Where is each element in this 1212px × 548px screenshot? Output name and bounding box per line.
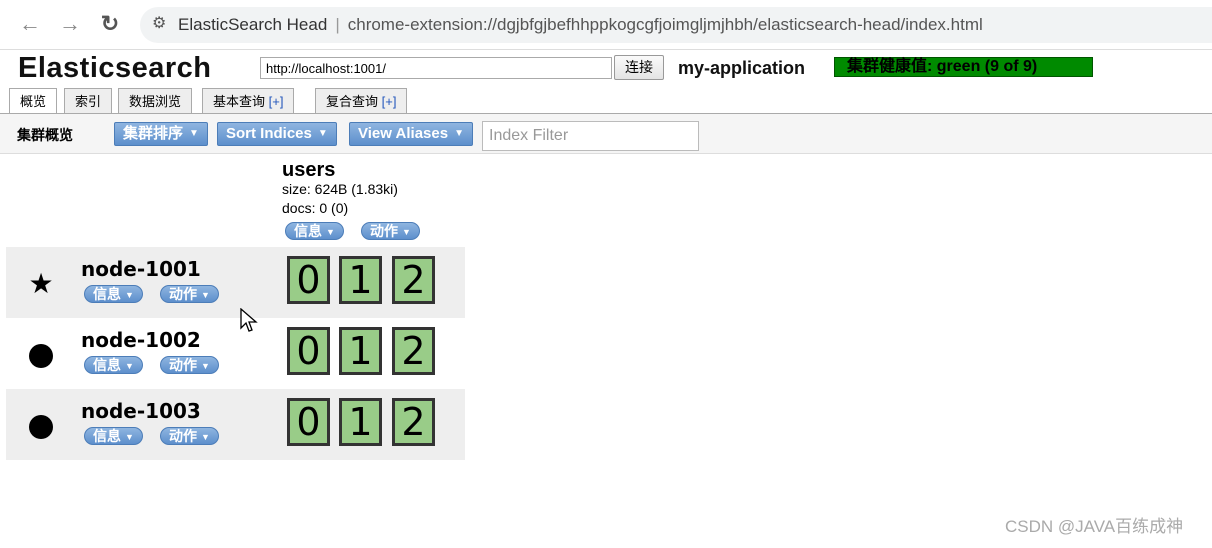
mouse-pointer-icon xyxy=(240,308,258,332)
app-title: Elasticsearch xyxy=(18,52,212,84)
node-row: ★ node-1001 信息 ▼ 动作 ▼ 0 1 2 xyxy=(6,247,465,318)
shard-box[interactable]: 1 xyxy=(339,327,382,375)
page-url: chrome-extension://dgjbfgjbefhhppkogcgfj… xyxy=(347,15,983,34)
tab-expand-marker: [+] xyxy=(381,94,397,109)
address-separator: | xyxy=(335,15,340,34)
puzzle-piece-icon: ⚙ xyxy=(152,15,167,32)
index-action-button[interactable]: 动作 ▼ xyxy=(361,222,420,240)
cluster-health-badge: 集群健康值: green (9 of 9) xyxy=(834,57,1093,77)
tab-label: 数据浏览 xyxy=(129,94,182,109)
sort-indices-button[interactable]: Sort Indices ▼ xyxy=(217,122,337,146)
node-info-button[interactable]: 信息 ▼ xyxy=(84,427,143,445)
cluster-overview-label: 集群概览 xyxy=(17,127,73,143)
index-filter-input[interactable]: Index Filter xyxy=(482,121,699,151)
button-label: 动作 xyxy=(169,428,197,444)
node-info-button[interactable]: 信息 ▼ xyxy=(84,356,143,374)
forward-arrow-icon[interactable]: → xyxy=(56,10,84,38)
button-label: 动作 xyxy=(169,357,197,373)
connect-button[interactable]: 连接 xyxy=(614,55,664,80)
connect-url-input[interactable] xyxy=(260,57,612,79)
node-action-button[interactable]: 动作 ▼ xyxy=(160,427,219,445)
cluster-sort-button[interactable]: 集群排序 ▼ xyxy=(114,122,208,146)
shard-box[interactable]: 2 xyxy=(392,398,435,446)
shard-box[interactable]: 1 xyxy=(339,398,382,446)
button-label: 信息 xyxy=(93,286,121,302)
address-bar[interactable]: ⚙ ElasticSearch Head | chrome-extension://… xyxy=(140,7,1212,43)
caret-down-icon: ▼ xyxy=(189,128,199,140)
shard-box[interactable]: 1 xyxy=(339,256,382,304)
button-label: View Aliases xyxy=(358,125,449,142)
caret-down-icon: ▼ xyxy=(125,432,134,443)
overview-toolbar: 集群概览 集群排序 ▼ Sort Indices ▼ View Aliases ▼ I… xyxy=(0,114,1212,154)
node-name: node-1001 xyxy=(81,257,201,281)
tab-expand-marker: [+] xyxy=(268,94,284,109)
node-info-button[interactable]: 信息 ▼ xyxy=(84,285,143,303)
caret-down-icon: ▼ xyxy=(317,128,328,140)
caret-down-icon: ▼ xyxy=(402,227,411,238)
node-action-button[interactable]: 动作 ▼ xyxy=(160,356,219,374)
tab-label: 复合查询 xyxy=(326,94,382,109)
index-info-button[interactable]: 信息 ▼ xyxy=(285,222,344,240)
shard-box[interactable]: 2 xyxy=(392,327,435,375)
browser-toolbar: ← → ↻ ⚙ ElasticSearch Head | chrome-extens… xyxy=(0,0,1212,50)
shard-box[interactable]: 0 xyxy=(287,398,330,446)
tab-indices[interactable]: 索引 xyxy=(64,88,113,114)
button-label: 集群排序 xyxy=(123,125,184,142)
button-label: 信息 xyxy=(93,428,121,444)
caret-down-icon: ▼ xyxy=(201,432,210,443)
node-name: node-1003 xyxy=(81,399,201,423)
tab-label: 基本查询 xyxy=(213,94,269,109)
shard-box[interactable]: 0 xyxy=(287,256,330,304)
shard-box[interactable]: 2 xyxy=(392,256,435,304)
caret-down-icon: ▼ xyxy=(326,227,335,238)
tab-compound-query[interactable]: 复合查询 [+] xyxy=(315,88,408,114)
cluster-name: my-application xyxy=(678,58,806,78)
tab-basic-query[interactable]: 基本查询 [+] xyxy=(202,88,295,114)
button-label: Sort Indices xyxy=(226,125,312,142)
address-bar-text: ElasticSearch Head | chrome-extension://dg… xyxy=(178,15,983,35)
caret-down-icon: ▼ xyxy=(201,290,210,301)
watermark: CSDN @JAVA百练成神 xyxy=(1005,517,1184,536)
node-row: node-1003 信息 ▼ 动作 ▼ 0 1 2 xyxy=(6,389,465,460)
tab-label: 索引 xyxy=(75,94,102,109)
node-name: node-1002 xyxy=(81,328,201,352)
caret-down-icon: ▼ xyxy=(201,361,210,372)
index-docs: docs: 0 (0) xyxy=(282,200,349,216)
master-star-icon: ★ xyxy=(28,268,54,299)
page-title: ElasticSearch Head xyxy=(178,15,328,34)
index-name: users xyxy=(282,159,336,181)
caret-down-icon: ▼ xyxy=(125,361,134,372)
node-row: node-1002 信息 ▼ 动作 ▼ 0 1 2 xyxy=(6,318,465,389)
shard-box[interactable]: 0 xyxy=(287,327,330,375)
index-size: size: 624B (1.83ki) xyxy=(282,181,398,197)
button-label: 动作 xyxy=(370,223,398,239)
tab-data-browser[interactable]: 数据浏览 xyxy=(118,88,193,114)
caret-down-icon: ▼ xyxy=(454,128,464,140)
tab-label: 概览 xyxy=(20,94,47,109)
tab-overview[interactable]: 概览 xyxy=(9,88,58,115)
node-action-button[interactable]: 动作 ▼ xyxy=(160,285,219,303)
button-label: 信息 xyxy=(294,223,322,239)
caret-down-icon: ▼ xyxy=(125,290,134,301)
node-dot-icon xyxy=(29,344,53,368)
view-aliases-button[interactable]: View Aliases ▼ xyxy=(349,122,473,146)
back-arrow-icon[interactable]: ← xyxy=(16,10,44,38)
button-label: 信息 xyxy=(93,357,121,373)
reload-icon[interactable]: ↻ xyxy=(96,10,124,38)
button-label: 动作 xyxy=(169,286,197,302)
node-dot-icon xyxy=(29,415,53,439)
